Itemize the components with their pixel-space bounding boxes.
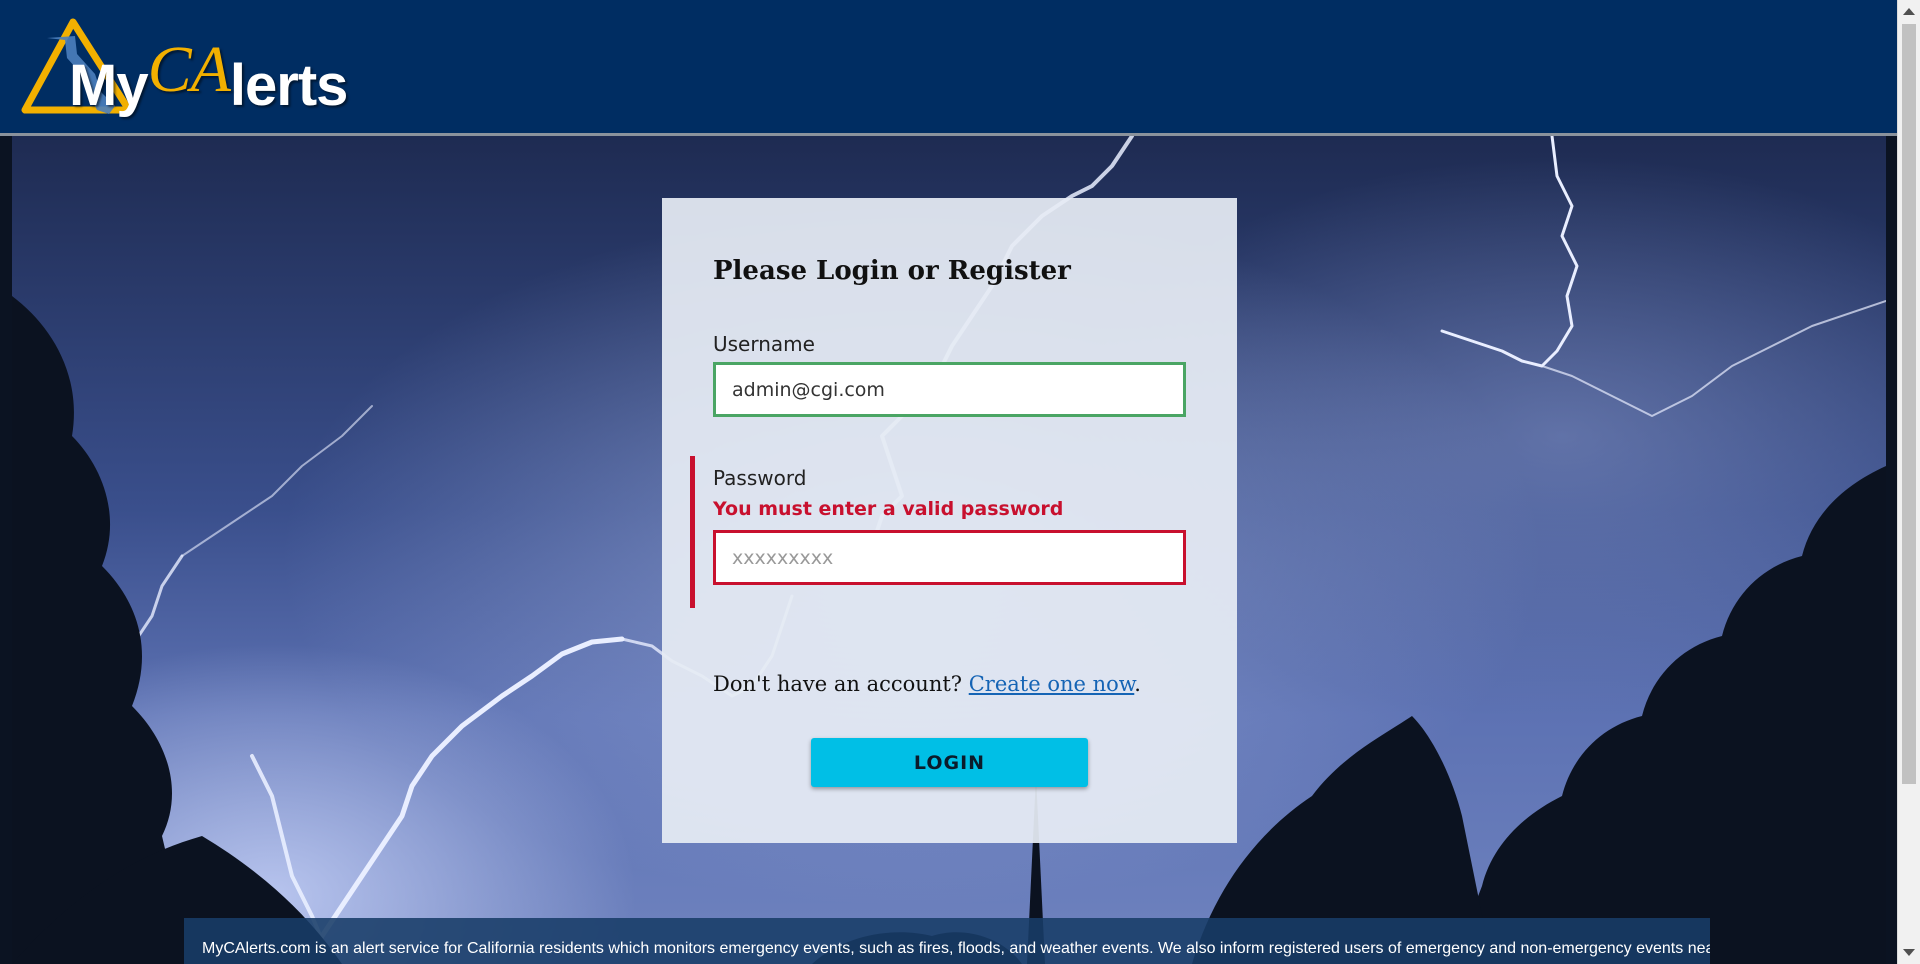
site-header: MyCAlerts	[0, 0, 1898, 136]
password-input[interactable]	[713, 530, 1186, 585]
password-error-indicator	[690, 456, 695, 608]
site-footer: MyCAlerts.com is an alert service for Ca…	[184, 918, 1710, 964]
login-card: Please Login or Register Username Passwo…	[662, 198, 1237, 843]
scroll-up-arrow-icon[interactable]	[1903, 8, 1915, 15]
password-label: Password	[713, 466, 807, 490]
page-scrollbar[interactable]	[1897, 0, 1920, 964]
create-account-link[interactable]: Create one now	[969, 672, 1135, 696]
logo-wordmark: MyCAlerts	[69, 33, 348, 118]
scroll-down-arrow-icon[interactable]	[1903, 949, 1915, 956]
register-prompt: Don't have an account? Create one now.	[713, 672, 1141, 696]
no-account-text: Don't have an account?	[713, 672, 969, 696]
password-error-message: You must enter a valid password	[713, 498, 1064, 520]
login-title: Please Login or Register	[713, 256, 1071, 286]
register-period: .	[1134, 672, 1141, 696]
login-button[interactable]: LOGIN	[811, 738, 1088, 787]
username-label: Username	[713, 332, 815, 356]
footer-description: MyCAlerts.com is an alert service for Ca…	[202, 940, 1710, 957]
scrollbar-thumb[interactable]	[1902, 24, 1916, 784]
username-input[interactable]	[713, 362, 1186, 417]
mycalerts-logo[interactable]: MyCAlerts	[17, 18, 348, 118]
